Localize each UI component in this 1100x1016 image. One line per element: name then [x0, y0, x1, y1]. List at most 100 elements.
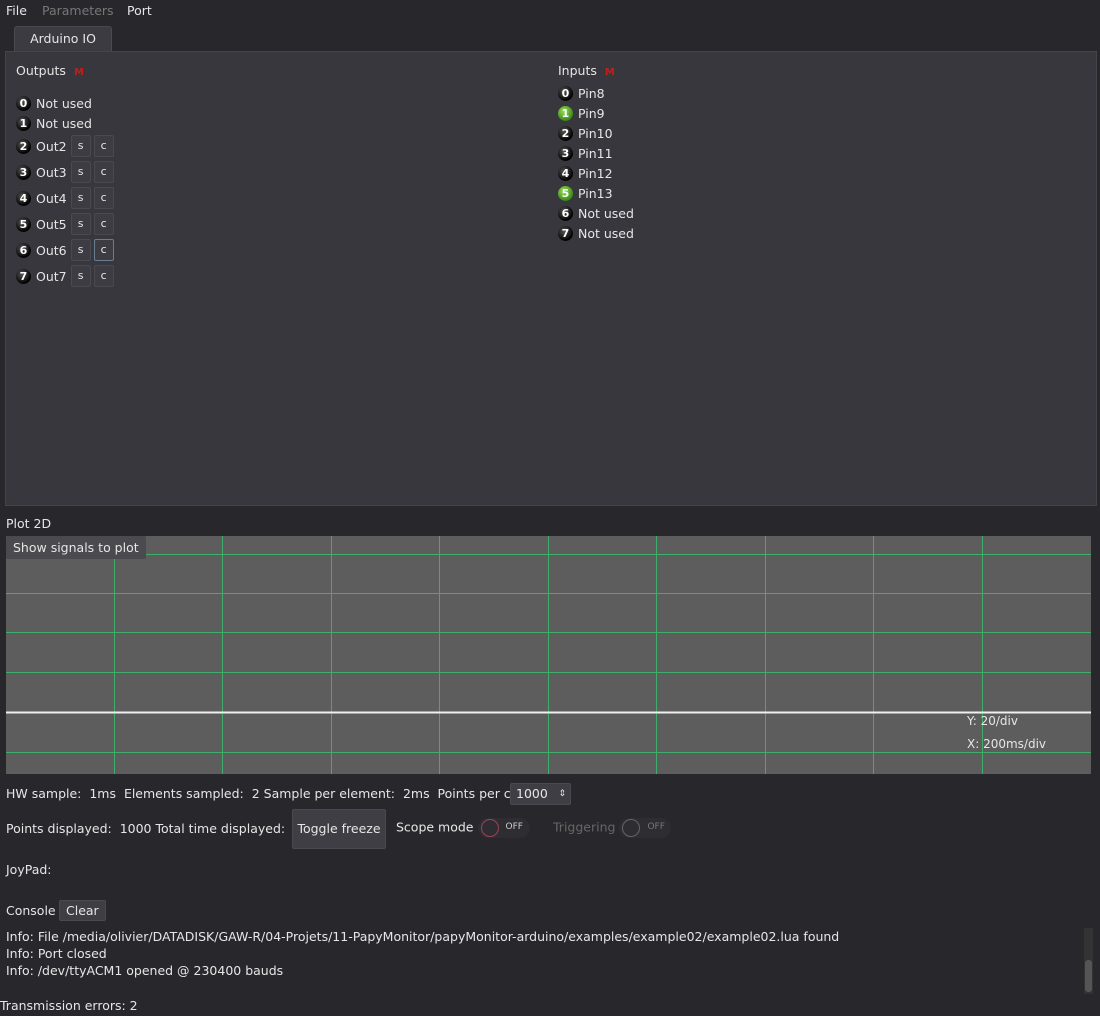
output-row: 6 Out6 s c: [16, 237, 114, 263]
stats-row-2: Points displayed: 1000 Total time displa…: [6, 821, 312, 836]
scope-mode-toggle[interactable]: OFF: [477, 818, 530, 838]
points-per-curve-spinbox[interactable]: 1000 ⇕: [510, 783, 571, 805]
input-row: 4 Pin12: [558, 163, 613, 183]
pin-number-icon: 1: [16, 115, 31, 131]
clear-button[interactable]: c: [93, 213, 114, 235]
pin-number-icon: 7: [16, 268, 31, 284]
pin-state-icon: 1: [558, 105, 573, 121]
plot-grid: [6, 536, 1091, 774]
inputs-title: Inputs: [558, 63, 597, 78]
outputs-marker: M: [73, 67, 84, 78]
sample-per-element: Sample per element: 2ms: [263, 786, 430, 801]
plot-area[interactable]: Show signals to plot Y: 20/div X: 200ms/…: [6, 536, 1091, 774]
pin-state-icon: 3: [558, 145, 573, 161]
output-label: Out7: [36, 268, 67, 284]
output-label: Not used: [36, 95, 92, 111]
pin-number-icon: 3: [16, 164, 31, 180]
clear-button[interactable]: c: [93, 135, 114, 157]
pin-number-icon: 6: [16, 242, 31, 258]
input-label: Not used: [578, 225, 634, 241]
toggle-freeze-button[interactable]: Toggle freeze: [292, 809, 386, 849]
set-button[interactable]: s: [70, 161, 91, 183]
pin-state-icon: 0: [558, 85, 573, 101]
plot-title: Plot 2D: [6, 516, 52, 531]
input-label: Pin11: [578, 145, 613, 161]
console-line: Info: Port closed: [6, 946, 107, 961]
pin-number-icon: 2: [16, 138, 31, 154]
console-title: Console: [6, 903, 56, 918]
set-button[interactable]: s: [70, 265, 91, 287]
menu-parameters[interactable]: Parameters: [42, 3, 114, 18]
input-label: Pin12: [578, 165, 613, 181]
clear-button[interactable]: c: [93, 265, 114, 287]
triggering: Triggering OFF: [553, 818, 672, 838]
output-row: 1 Not used: [16, 113, 92, 133]
output-label: Not used: [36, 115, 92, 131]
menu-file[interactable]: File: [6, 3, 27, 18]
inputs-header: Inputs M: [558, 63, 615, 78]
elements-sampled: Elements sampled: 2: [123, 786, 260, 801]
set-button[interactable]: s: [70, 213, 91, 235]
output-row: 2 Out2 s c: [16, 133, 114, 159]
output-row: 7 Out7 s c: [16, 263, 114, 289]
clear-button[interactable]: c: [93, 187, 114, 209]
stats-row-1: HW sample: 1ms Elements sampled: 2 Sampl…: [6, 786, 543, 801]
output-row: 3 Out3 s c: [16, 159, 114, 185]
input-row: 0 Pin8: [558, 83, 605, 103]
outputs-header: Outputs M: [16, 63, 84, 78]
input-row: 6 Not used: [558, 203, 634, 223]
input-label: Pin13: [578, 185, 613, 201]
total-time-displayed: Total time displayed: 2s: [155, 821, 312, 836]
set-button[interactable]: s: [70, 239, 91, 261]
input-row: 7 Not used: [558, 223, 634, 243]
arduino-io-panel: Outputs M 0 Not used 1 Not used 2 Out2 s c 3 Out3 s…: [5, 51, 1097, 506]
pin-number-icon: 5: [16, 216, 31, 232]
console-output: Info: File /media/olivier/DATADISK/GAW-R…: [6, 928, 839, 979]
scope-mode: Scope mode OFF: [396, 818, 530, 838]
output-label: Out6: [36, 242, 67, 258]
output-row: 5 Out5 s c: [16, 211, 114, 237]
triggering-label: Triggering: [553, 819, 616, 835]
clear-button[interactable]: c: [93, 239, 114, 261]
y-scale-label: Y: 20/div: [967, 714, 1018, 728]
show-signals-button[interactable]: Show signals to plot: [6, 536, 146, 559]
pin-state-icon: 7: [558, 225, 573, 241]
pin-state-icon: 4: [558, 165, 573, 181]
input-label: Pin9: [578, 105, 605, 121]
output-label: Out2: [36, 138, 67, 154]
input-label: Not used: [578, 205, 634, 221]
clear-button[interactable]: c: [93, 161, 114, 183]
output-row: 4 Out4 s c: [16, 185, 114, 211]
console-scrollbar[interactable]: [1084, 928, 1093, 994]
spin-arrows-icon[interactable]: ⇕: [558, 784, 566, 804]
console-line: Info: File /media/olivier/DATADISK/GAW-R…: [6, 929, 840, 944]
pin-state-icon: 5: [558, 185, 573, 201]
output-row: 0 Not used: [16, 93, 92, 113]
input-label: Pin10: [578, 125, 613, 141]
inputs-marker: M: [604, 67, 615, 78]
set-button[interactable]: s: [70, 187, 91, 209]
outputs-title: Outputs: [16, 63, 66, 78]
pin-state-icon: 6: [558, 205, 573, 221]
input-row: 2 Pin10: [558, 123, 613, 143]
pin-number-icon: 4: [16, 190, 31, 206]
scope-mode-label: Scope mode: [396, 819, 474, 835]
input-label: Pin8: [578, 85, 605, 101]
triggering-toggle[interactable]: OFF: [619, 818, 672, 838]
points-displayed: Points displayed: 1000: [6, 821, 152, 836]
input-row: 3 Pin11: [558, 143, 613, 163]
input-row: 1 Pin9: [558, 103, 605, 123]
console-clear-button[interactable]: Clear: [59, 900, 106, 921]
output-label: Out5: [36, 216, 67, 232]
x-scale-label: X: 200ms/div: [967, 737, 1047, 751]
console-line: Info: /dev/ttyACM1 opened @ 230400 bauds: [6, 963, 284, 978]
output-label: Out4: [36, 190, 67, 206]
set-button[interactable]: s: [70, 135, 91, 157]
menu-port[interactable]: Port: [127, 3, 152, 18]
joypad-label: JoyPad:: [6, 862, 52, 877]
scrollbar-thumb[interactable]: [1085, 960, 1092, 992]
tab-arduino-io[interactable]: Arduino IO: [14, 26, 112, 52]
transmission-errors: Transmission errors: 2: [0, 998, 138, 1013]
hw-sample: HW sample: 1ms: [6, 786, 116, 801]
input-row: 5 Pin13: [558, 183, 613, 203]
